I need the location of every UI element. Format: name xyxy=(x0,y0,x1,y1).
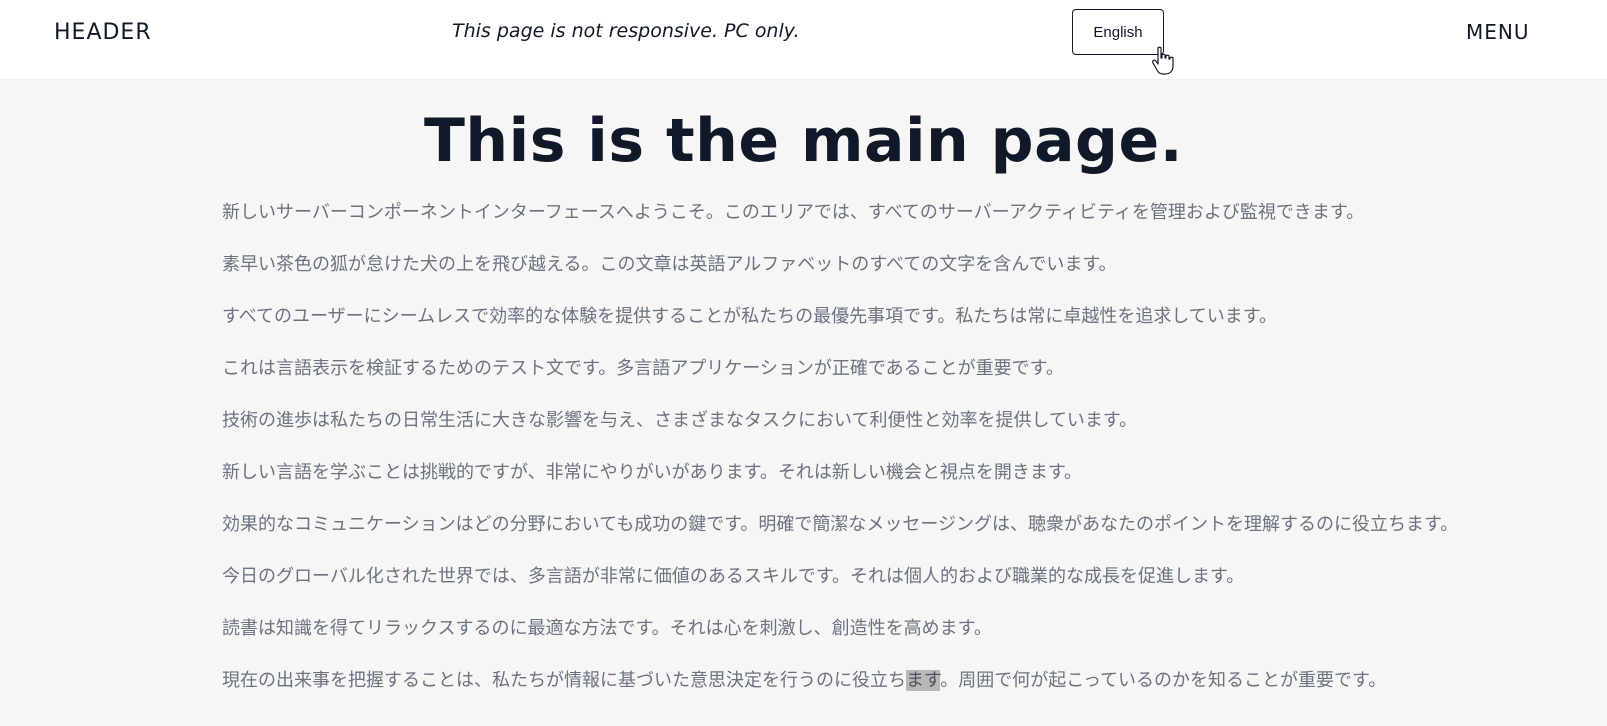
header-brand: HEADER xyxy=(54,20,152,45)
responsive-notice: This page is not responsive. PC only. xyxy=(452,20,800,42)
selected-text: ます xyxy=(906,670,941,691)
paragraph: 効果的なコミュニケーションはどの分野においても成功の鍵です。明確で簡潔なメッセー… xyxy=(222,514,1459,535)
paragraph: 新しい言語を学ぶことは挑戦的ですが、非常にやりがいがあります。それは新しい機会と… xyxy=(222,462,1083,483)
paragraph: これは言語表示を検証するためのテスト文です。多言語アプリケーションが正確であるこ… xyxy=(222,358,1064,379)
language-button[interactable]: English xyxy=(1072,9,1164,55)
paragraph: 新しいサーバーコンポーネントインターフェースへようこそ。このエリアでは、すべての… xyxy=(222,202,1365,223)
paragraph-list: 新しいサーバーコンポーネントインターフェースへようこそ。このエリアでは、すべての… xyxy=(222,202,1502,722)
paragraph: 読書は知識を得てリラックスするのに最適な方法です。それは心を刺激し、創造性を高め… xyxy=(222,618,992,639)
paragraph-last: 現在の出来事を把握することは、私たちが情報に基づいた意思決定を行うのに役立ちます… xyxy=(222,670,1502,722)
paragraph: 素早い茶色の狐が怠けた犬の上を飛び越える。この文章は英語アルファベットのすべての… xyxy=(222,254,1117,275)
main-content: This is the main page. 新しいサーバーコンポーネントインタ… xyxy=(0,80,1607,691)
paragraph: 今日のグローバル化された世界では、多言語が非常に価値のあるスキルです。それは個人… xyxy=(222,566,1245,587)
menu-button[interactable]: MENU xyxy=(1466,20,1530,44)
paragraph: 技術の進歩は私たちの日常生活に大きな影響を与え、さまざまなタスクにおいて利便性と… xyxy=(222,410,1138,431)
paragraph-text: 現在の出来事を把握することは、私たちが情報に基づいた意思決定を行うのに役立ち xyxy=(222,670,906,691)
paragraph-text: 。周囲で何が起こっているのかを知ることが重要です。 xyxy=(940,670,1387,691)
page-title: This is the main page. xyxy=(423,106,1183,176)
paragraph: すべてのユーザーにシームレスで効率的な体験を提供することが私たちの最優先事項です… xyxy=(222,306,1277,327)
site-header: HEADER This page is not responsive. PC o… xyxy=(0,0,1607,80)
